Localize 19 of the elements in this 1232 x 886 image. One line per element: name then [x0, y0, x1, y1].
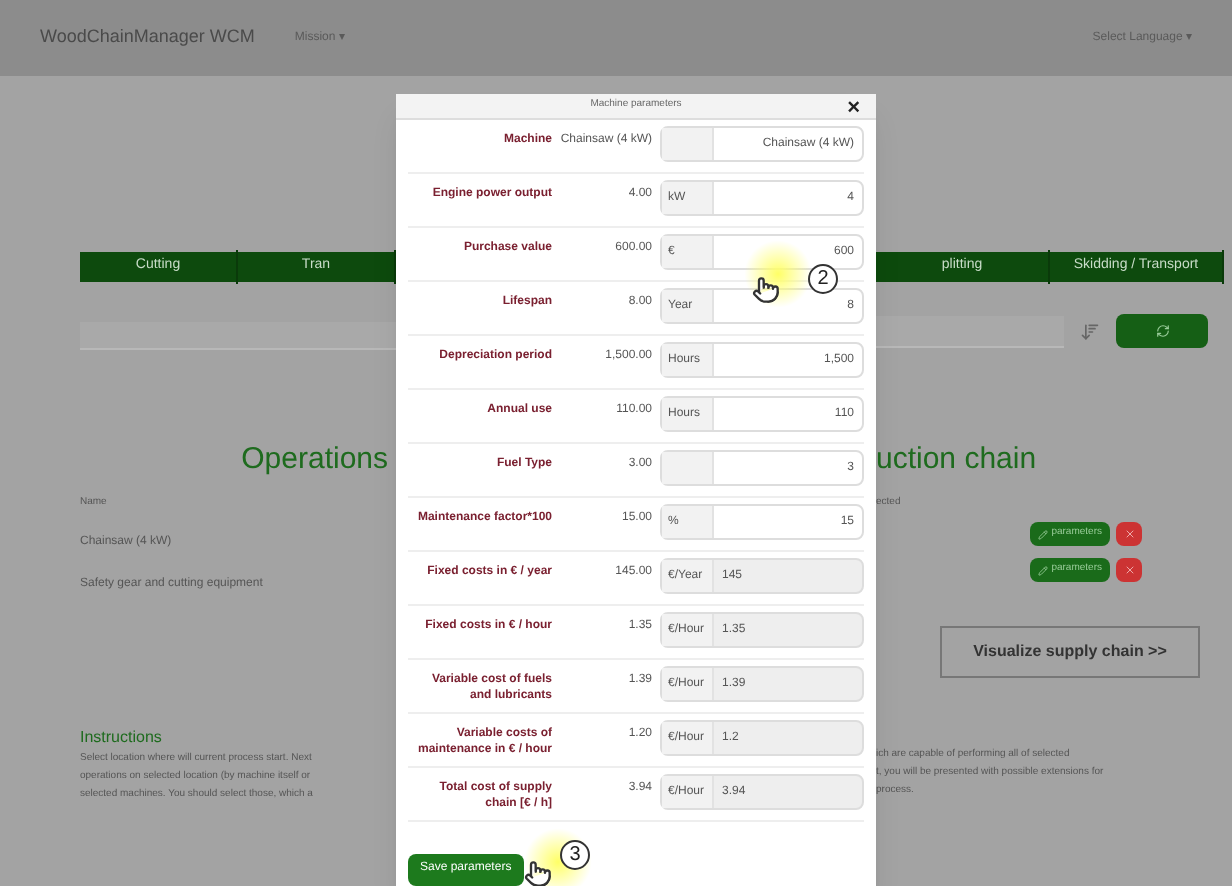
- page-heading: Operations: [241, 440, 390, 480]
- page-heading: uction chain: [876, 440, 1039, 480]
- pencil-icon: [1037, 529, 1048, 539]
- instructions-title: Instructions: [80, 726, 164, 750]
- close-button[interactable]: ×: [847, 98, 860, 120]
- pencil-icon: [1037, 565, 1048, 575]
- refresh-button[interactable]: [1116, 314, 1208, 348]
- sort-icon[interactable]: [1080, 321, 1100, 341]
- delete-icon: [1123, 528, 1135, 540]
- delete-button[interactable]: [1116, 558, 1142, 582]
- search-field[interactable]: [876, 315, 1064, 347]
- unit-label: [662, 452, 714, 484]
- delete-button[interactable]: [1116, 522, 1142, 546]
- refresh-icon: [1155, 324, 1169, 338]
- delete-icon: [1123, 564, 1135, 576]
- unit-label: [662, 128, 714, 160]
- visualize-button[interactable]: Visualize supply chain >>: [940, 626, 1200, 678]
- search-field[interactable]: [80, 322, 396, 350]
- hand-cursor-icon: [752, 276, 780, 304]
